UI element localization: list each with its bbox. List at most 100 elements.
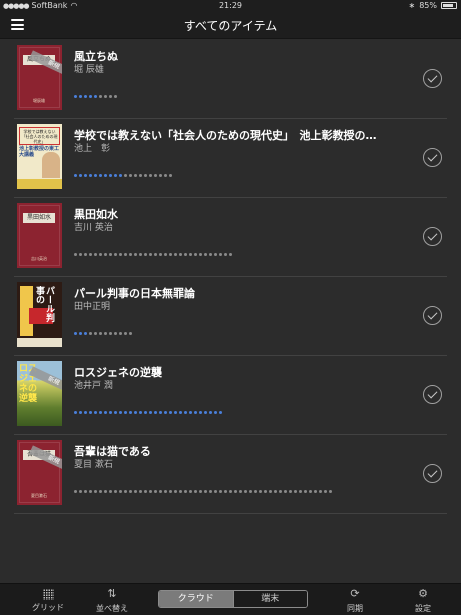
progress-dot-unread [159,253,162,256]
book-info: パール判事の日本無罪論 田中正明 [74,287,399,313]
progress-dot-read [169,411,172,414]
progress-dot-unread [144,490,147,493]
progress-dot-unread [134,490,137,493]
progress-dot-read [219,411,222,414]
book-cover[interactable]: 吾輩は猫 夏目漱石 新規 [17,440,62,505]
progress-dot-unread [94,253,97,256]
progress-dot-unread [209,253,212,256]
progress-dot-unread [234,490,237,493]
progress-dot-unread [284,490,287,493]
book-author: 池上 彰 [74,144,111,154]
progress-dot-read [114,411,117,414]
downloaded-check-icon[interactable] [423,306,442,325]
cloud-tab[interactable]: クラウド [159,591,233,607]
progress-dot-read [144,411,147,414]
book-cover[interactable]: 黒田如水 吉川英治 [17,203,62,268]
progress-dot-unread [124,490,127,493]
progress-dot-unread [114,253,117,256]
status-right: ∗ 85% [409,1,457,10]
reading-progress [74,95,117,98]
book-author: 堀 辰雄 [74,65,104,75]
progress-dot-unread [124,174,127,177]
progress-dot-read [84,332,87,335]
progress-dot-unread [209,490,212,493]
progress-dot-unread [104,95,107,98]
progress-dot-unread [114,490,117,493]
progress-dot-unread [214,490,217,493]
progress-dot-read [119,174,122,177]
progress-dot-unread [89,490,92,493]
progress-dot-read [114,174,117,177]
grid-label: グリッド [32,603,64,612]
progress-dot-unread [119,490,122,493]
progress-dot-unread [299,490,302,493]
progress-dot-unread [204,490,207,493]
progress-dot-unread [169,490,172,493]
progress-dot-read [79,174,82,177]
sync-icon: ⟳ [350,587,360,600]
progress-dot-read [109,411,112,414]
library-segmented-control: クラウド 端末 [158,590,308,608]
progress-dot-read [74,411,77,414]
progress-dot-read [154,411,157,414]
progress-dot-read [99,174,102,177]
settings-button[interactable]: ⚙ 設定 [400,587,446,614]
progress-dot-unread [124,253,127,256]
sync-button[interactable]: ⟳ 同期 [330,587,380,614]
progress-dot-unread [79,253,82,256]
progress-dot-unread [184,490,187,493]
progress-dot-read [184,411,187,414]
progress-dot-read [89,411,92,414]
progress-dot-unread [144,174,147,177]
list-item[interactable]: 風立ちぬ 堀辰雄 新規 風立ちぬ 堀 辰雄 [14,40,447,119]
progress-dot-unread [164,174,167,177]
sort-button[interactable]: ⇅ 並べ替え [82,587,142,614]
list-item[interactable]: パール判事の パール判事の日本無罪論 田中正明 [14,277,447,356]
progress-dot-read [79,95,82,98]
book-info: 黒田如水 吉川 英治 [74,208,399,234]
downloaded-check-icon[interactable] [423,385,442,404]
device-tab[interactable]: 端末 [232,591,307,607]
book-cover[interactable]: ロスジェネの逆襲 新規 [17,361,62,426]
progress-dot-unread [129,253,132,256]
progress-dot-read [204,411,207,414]
book-cover[interactable]: 風立ちぬ 堀辰雄 新規 [17,45,62,110]
list-item[interactable]: 吾輩は猫 夏目漱石 新規 吾輩は猫である 夏目 漱石 [14,435,447,514]
progress-dot-unread [109,95,112,98]
book-cover[interactable]: パール判事の [17,282,62,347]
progress-dot-unread [84,490,87,493]
progress-dot-unread [164,253,167,256]
progress-dot-unread [204,253,207,256]
progress-dot-read [209,411,212,414]
reading-progress [74,490,332,493]
progress-dot-unread [99,490,102,493]
progress-dot-read [84,95,87,98]
downloaded-check-icon[interactable] [423,69,442,88]
progress-dot-unread [174,490,177,493]
progress-dot-unread [164,490,167,493]
progress-dot-unread [119,332,122,335]
progress-dot-unread [134,174,137,177]
progress-dot-unread [99,95,102,98]
progress-dot-unread [189,253,192,256]
progress-dot-unread [74,253,77,256]
sort-label: 並べ替え [96,604,128,613]
list-item[interactable]: 学校では教えない「社会人のための現代史」 池上彰教授の東工大講義 学校では教えな… [14,119,447,198]
downloaded-check-icon[interactable] [423,227,442,246]
progress-dot-unread [319,490,322,493]
downloaded-check-icon[interactable] [423,148,442,167]
progress-dot-read [84,174,87,177]
progress-dot-read [74,332,77,335]
book-title: 黒田如水 [74,208,118,221]
grid-view-button[interactable]: グリッド [18,587,78,613]
progress-dot-read [139,411,142,414]
list-item[interactable]: ロスジェネの逆襲 新規 ロスジェネの逆襲 池井戸 潤 [14,356,447,435]
progress-dot-unread [279,490,282,493]
progress-dot-read [189,411,192,414]
sync-label: 同期 [347,604,363,613]
sort-arrows-icon: ⇅ [107,587,117,600]
downloaded-check-icon[interactable] [423,464,442,483]
list-item[interactable]: 黒田如水 吉川英治 黒田如水 吉川 英治 [14,198,447,277]
cover-title: パール判事の [34,286,54,322]
book-cover[interactable]: 学校では教えない「社会人のための現代史」 池上彰教授の東工大講義 [17,124,62,189]
